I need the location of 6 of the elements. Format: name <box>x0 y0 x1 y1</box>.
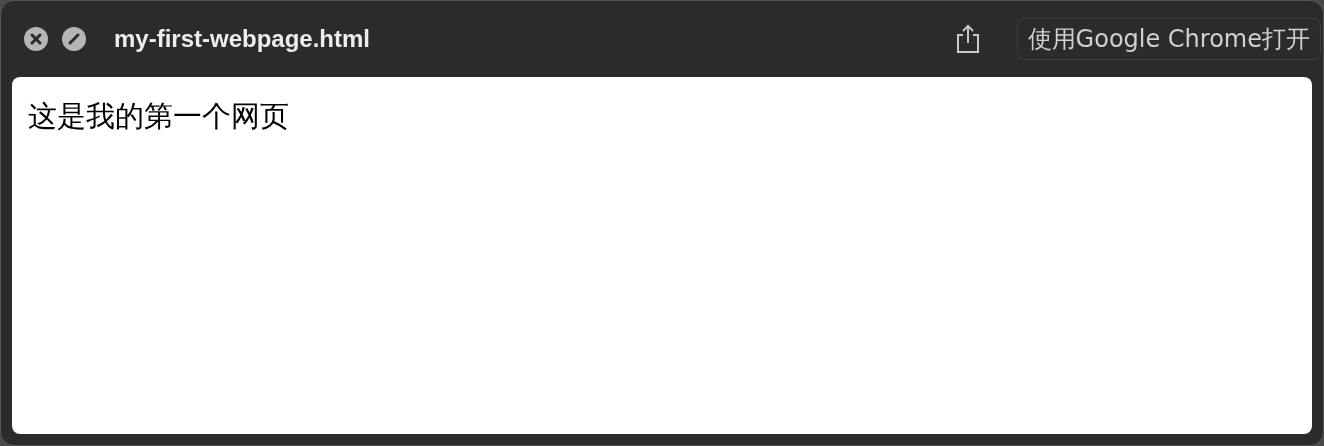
page-text: 这是我的第一个网页 <box>28 98 290 135</box>
blocked-icon[interactable] <box>62 27 86 51</box>
share-icon[interactable] <box>954 24 981 54</box>
window-title: my-first-webpage.html <box>114 25 372 53</box>
close-icon[interactable] <box>24 27 48 51</box>
open-in-chrome-button[interactable]: 使用Google Chrome打开 <box>1016 18 1321 60</box>
